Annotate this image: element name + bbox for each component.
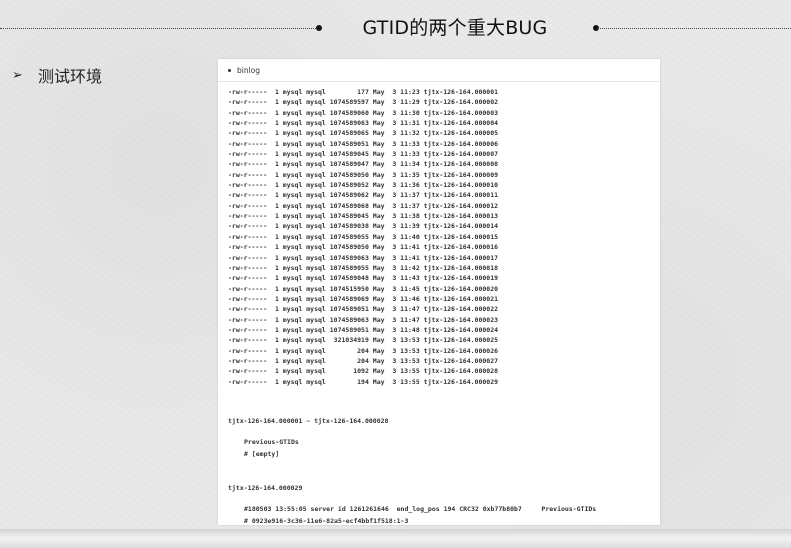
doc-header-label: binlog bbox=[237, 65, 261, 75]
listing-row: -rw-r----- 1 mysql mysql 1074589047 May … bbox=[228, 160, 499, 169]
listing-row: -rw-r----- 1 mysql mysql 321034919 May 3… bbox=[228, 336, 499, 345]
file2-info-header: #180503 13:55:05 server id 1261261646 en… bbox=[244, 505, 597, 513]
bullet-item: ➢ 测试环境 bbox=[12, 63, 102, 87]
bullet-text: 测试环境 bbox=[38, 67, 103, 86]
listing-row: -rw-r----- 1 mysql mysql 204 May 3 13:53… bbox=[228, 346, 499, 355]
document-screenshot: binlog -rw-r----- 1 mysql mysql 177 May … bbox=[218, 59, 660, 525]
listing-row: -rw-r----- 1 mysql mysql 1074589065 May … bbox=[228, 129, 499, 138]
range-info-empty: # [empty] bbox=[244, 450, 280, 458]
listing-row: -rw-r----- 1 mysql mysql 1074589055 May … bbox=[228, 232, 499, 241]
listing-row: -rw-r----- 1 mysql mysql 1074589052 May … bbox=[228, 181, 499, 190]
title-bar: GTID的两个重大BUG bbox=[0, 0, 791, 52]
listing-row: -rw-r----- 1 mysql mysql 1074589038 May … bbox=[228, 222, 499, 231]
listing-row: -rw-r----- 1 mysql mysql 1074589063 May … bbox=[228, 315, 499, 324]
listing-row: -rw-r----- 1 mysql mysql 1092 May 3 13:5… bbox=[228, 367, 499, 376]
bottom-band bbox=[0, 529, 791, 548]
listing-row: -rw-r----- 1 mysql mysql 1074589060 May … bbox=[228, 108, 499, 117]
listing-row: -rw-r----- 1 mysql mysql 1074589048 May … bbox=[228, 274, 499, 283]
listing-row: -rw-r----- 1 mysql mysql 1074589051 May … bbox=[228, 139, 499, 148]
file2-line: tjtx-126-164.000029 bbox=[228, 484, 303, 492]
listing-row: -rw-r----- 1 mysql mysql 204 May 3 13:53… bbox=[228, 356, 499, 365]
listing-row: -rw-r----- 1 mysql mysql 1074589063 May … bbox=[228, 119, 499, 128]
listing-row: -rw-r----- 1 mysql mysql 1074589045 May … bbox=[228, 212, 499, 221]
bullet-dot-icon bbox=[228, 68, 231, 72]
listing-row: -rw-r----- 1 mysql mysql 194 May 3 13:55… bbox=[228, 377, 499, 386]
listing-row: -rw-r----- 1 mysql mysql 1074589597 May … bbox=[228, 98, 499, 107]
listing-row: -rw-r----- 1 mysql mysql 177 May 3 11:23… bbox=[228, 88, 499, 96]
title-dot-left bbox=[316, 25, 322, 31]
listing-row: -rw-r----- 1 mysql mysql 1074589051 May … bbox=[228, 325, 499, 334]
file2-info-gtid: # 0923e916-3c36-11e6-82a5-ecf4bbf1f518:1… bbox=[244, 517, 409, 525]
listing-row: -rw-r----- 1 mysql mysql 1074589068 May … bbox=[228, 201, 499, 210]
listing-row: -rw-r----- 1 mysql mysql 1074589045 May … bbox=[228, 150, 499, 159]
listing-row: -rw-r----- 1 mysql mysql 1074589062 May … bbox=[228, 191, 499, 200]
bullet-arrow-icon: ➢ bbox=[12, 67, 23, 83]
listing-row: -rw-r----- 1 mysql mysql 1074589069 May … bbox=[228, 294, 499, 303]
title-divider-left bbox=[0, 28, 318, 29]
listing-row: -rw-r----- 1 mysql mysql 1074589063 May … bbox=[228, 253, 499, 262]
listing-row: -rw-r----- 1 mysql mysql 1074589050 May … bbox=[228, 170, 499, 179]
doc-header: binlog bbox=[218, 59, 660, 82]
listing-row: -rw-r----- 1 mysql mysql 1074589051 May … bbox=[228, 305, 499, 314]
binlog-listing: -rw-r----- 1 mysql mysql 177 May 3 11:23… bbox=[228, 87, 498, 387]
range-info-gtids: Previous-GTIDs bbox=[244, 438, 299, 446]
listing-row: -rw-r----- 1 mysql mysql 1074515950 May … bbox=[228, 284, 499, 293]
listing-row: -rw-r----- 1 mysql mysql 1074589055 May … bbox=[228, 263, 499, 272]
range-line: tjtx-126-164.000001 ~ tjtx-126-164.00002… bbox=[228, 417, 389, 425]
title-divider-right bbox=[597, 28, 791, 29]
slide-title: GTID的两个重大BUG bbox=[362, 17, 548, 39]
listing-row: -rw-r----- 1 mysql mysql 1074589050 May … bbox=[228, 243, 499, 252]
